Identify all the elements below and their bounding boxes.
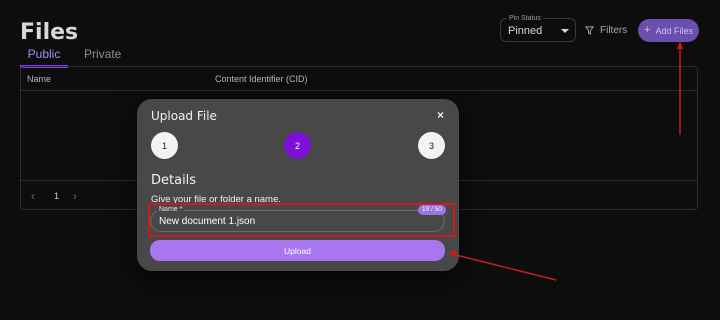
- annotation-arrows: [448, 41, 683, 281]
- arrowhead-add-files: [677, 41, 683, 49]
- annotation-arrow-upload: [451, 253, 557, 281]
- arrowhead-upload: [448, 250, 456, 257]
